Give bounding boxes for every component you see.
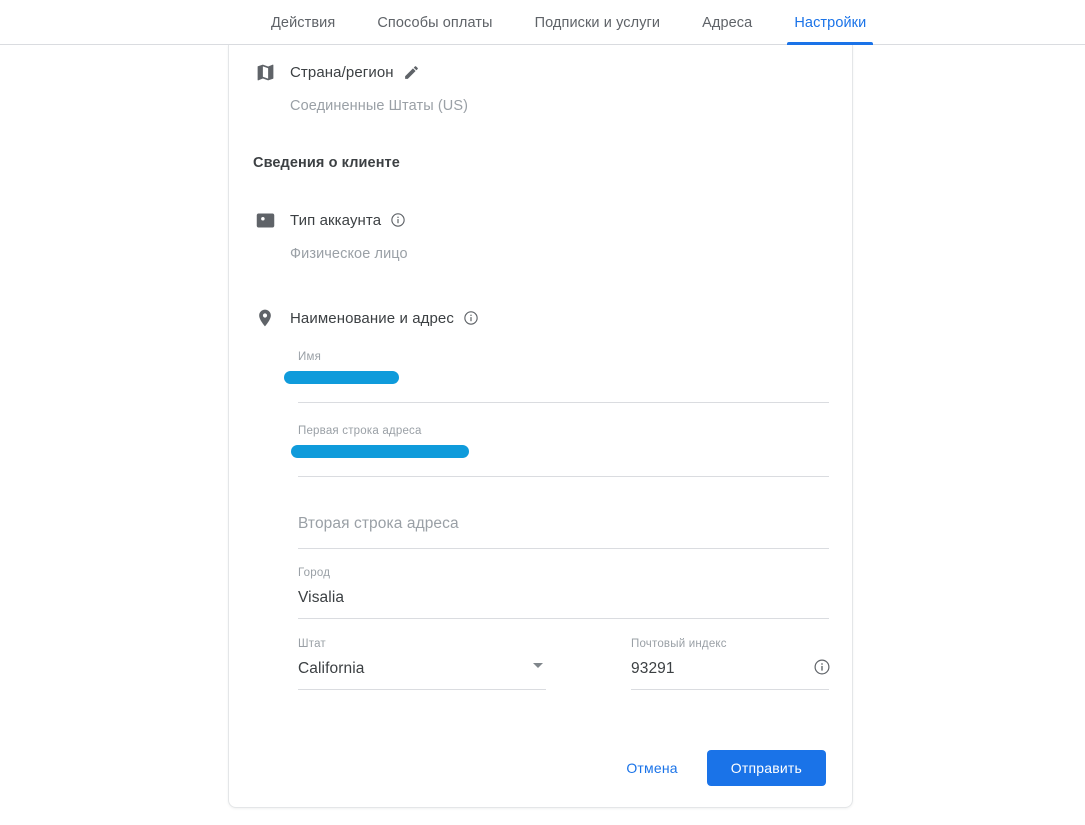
tab-settings[interactable]: Настройки xyxy=(773,0,887,45)
country-region-title: Страна/регион xyxy=(290,63,394,81)
address-line1-label: Первая строка адреса xyxy=(298,425,422,437)
contact-card-icon xyxy=(253,208,277,232)
city-field-label: Город xyxy=(298,567,331,579)
tab-addresses[interactable]: Адреса xyxy=(681,0,773,45)
map-icon xyxy=(253,60,277,84)
zip-field[interactable]: Почтовый индекс 93291 xyxy=(631,637,831,690)
tab-label: Способы оплаты xyxy=(377,14,493,31)
zip-field-label: Почтовый индекс xyxy=(631,638,727,650)
name-address-row: Наименование и адрес xyxy=(253,306,479,330)
address-line1-redaction-bar xyxy=(291,445,469,458)
submit-button[interactable]: Отправить xyxy=(706,750,826,786)
state-select-label: Штат xyxy=(298,638,326,650)
pencil-edit-icon[interactable] xyxy=(403,64,420,81)
info-icon[interactable] xyxy=(813,658,831,676)
form-actions: Отмена Отправить xyxy=(610,750,826,786)
account-type-body: Тип аккаунта Физическое лицо xyxy=(290,208,408,263)
account-type-row: Тип аккаунта Физическое лицо xyxy=(253,208,408,262)
tab-label: Адреса xyxy=(702,14,753,31)
tab-actions[interactable]: Действия xyxy=(250,0,356,45)
zip-field-underline xyxy=(631,689,829,690)
state-select-underline xyxy=(298,689,546,690)
name-address-body: Наименование и адрес xyxy=(290,306,479,330)
tab-subscriptions-and-services[interactable]: Подписки и услуги xyxy=(514,0,682,45)
state-select[interactable]: Штат California xyxy=(298,637,546,690)
city-field-underline xyxy=(298,618,829,619)
zip-field-value[interactable]: 93291 xyxy=(631,657,829,681)
country-region-value: Соединенные Штаты (US) xyxy=(290,98,469,114)
tab-label: Действия xyxy=(271,14,336,31)
city-field[interactable]: Город Visalia xyxy=(298,566,829,619)
tab-bar: Действия Способы оплаты Подписки и услуг… xyxy=(0,0,1085,45)
tab-label: Настройки xyxy=(794,14,867,31)
tab-payment-methods[interactable]: Способы оплаты xyxy=(356,0,513,45)
location-pin-icon xyxy=(253,306,277,330)
name-field-underline xyxy=(298,402,829,403)
customer-info-heading: Сведения о клиенте xyxy=(253,155,400,171)
address-line2-underline xyxy=(298,548,829,549)
chevron-down-icon[interactable] xyxy=(533,663,543,668)
country-region-body: Страна/регион Соединенные Штаты (US) xyxy=(290,60,469,115)
settings-card: Страна/регион Соединенные Штаты (US) Све… xyxy=(228,45,853,808)
city-field-value[interactable]: Visalia xyxy=(298,586,829,610)
tab-label: Подписки и услуги xyxy=(534,14,661,31)
address-line1-underline xyxy=(298,476,829,477)
country-region-row: Страна/регион Соединенные Штаты (US) xyxy=(253,60,468,114)
info-icon[interactable] xyxy=(390,212,406,228)
name-redaction-bar xyxy=(284,371,399,384)
address-line2-placeholder: Вторая строка адреса xyxy=(298,515,459,532)
cancel-button[interactable]: Отмена xyxy=(610,750,693,786)
tab-list: Действия Способы оплаты Подписки и услуг… xyxy=(0,0,1085,45)
state-select-value[interactable]: California xyxy=(298,657,546,681)
name-address-title: Наименование и адрес xyxy=(290,309,454,327)
name-field-label: Имя xyxy=(298,351,321,363)
address-line2-field[interactable]: Вторая строка адреса xyxy=(298,498,829,549)
account-type-value: Физическое лицо xyxy=(290,246,408,262)
account-type-title: Тип аккаунта xyxy=(290,211,382,229)
info-icon[interactable] xyxy=(463,310,479,326)
